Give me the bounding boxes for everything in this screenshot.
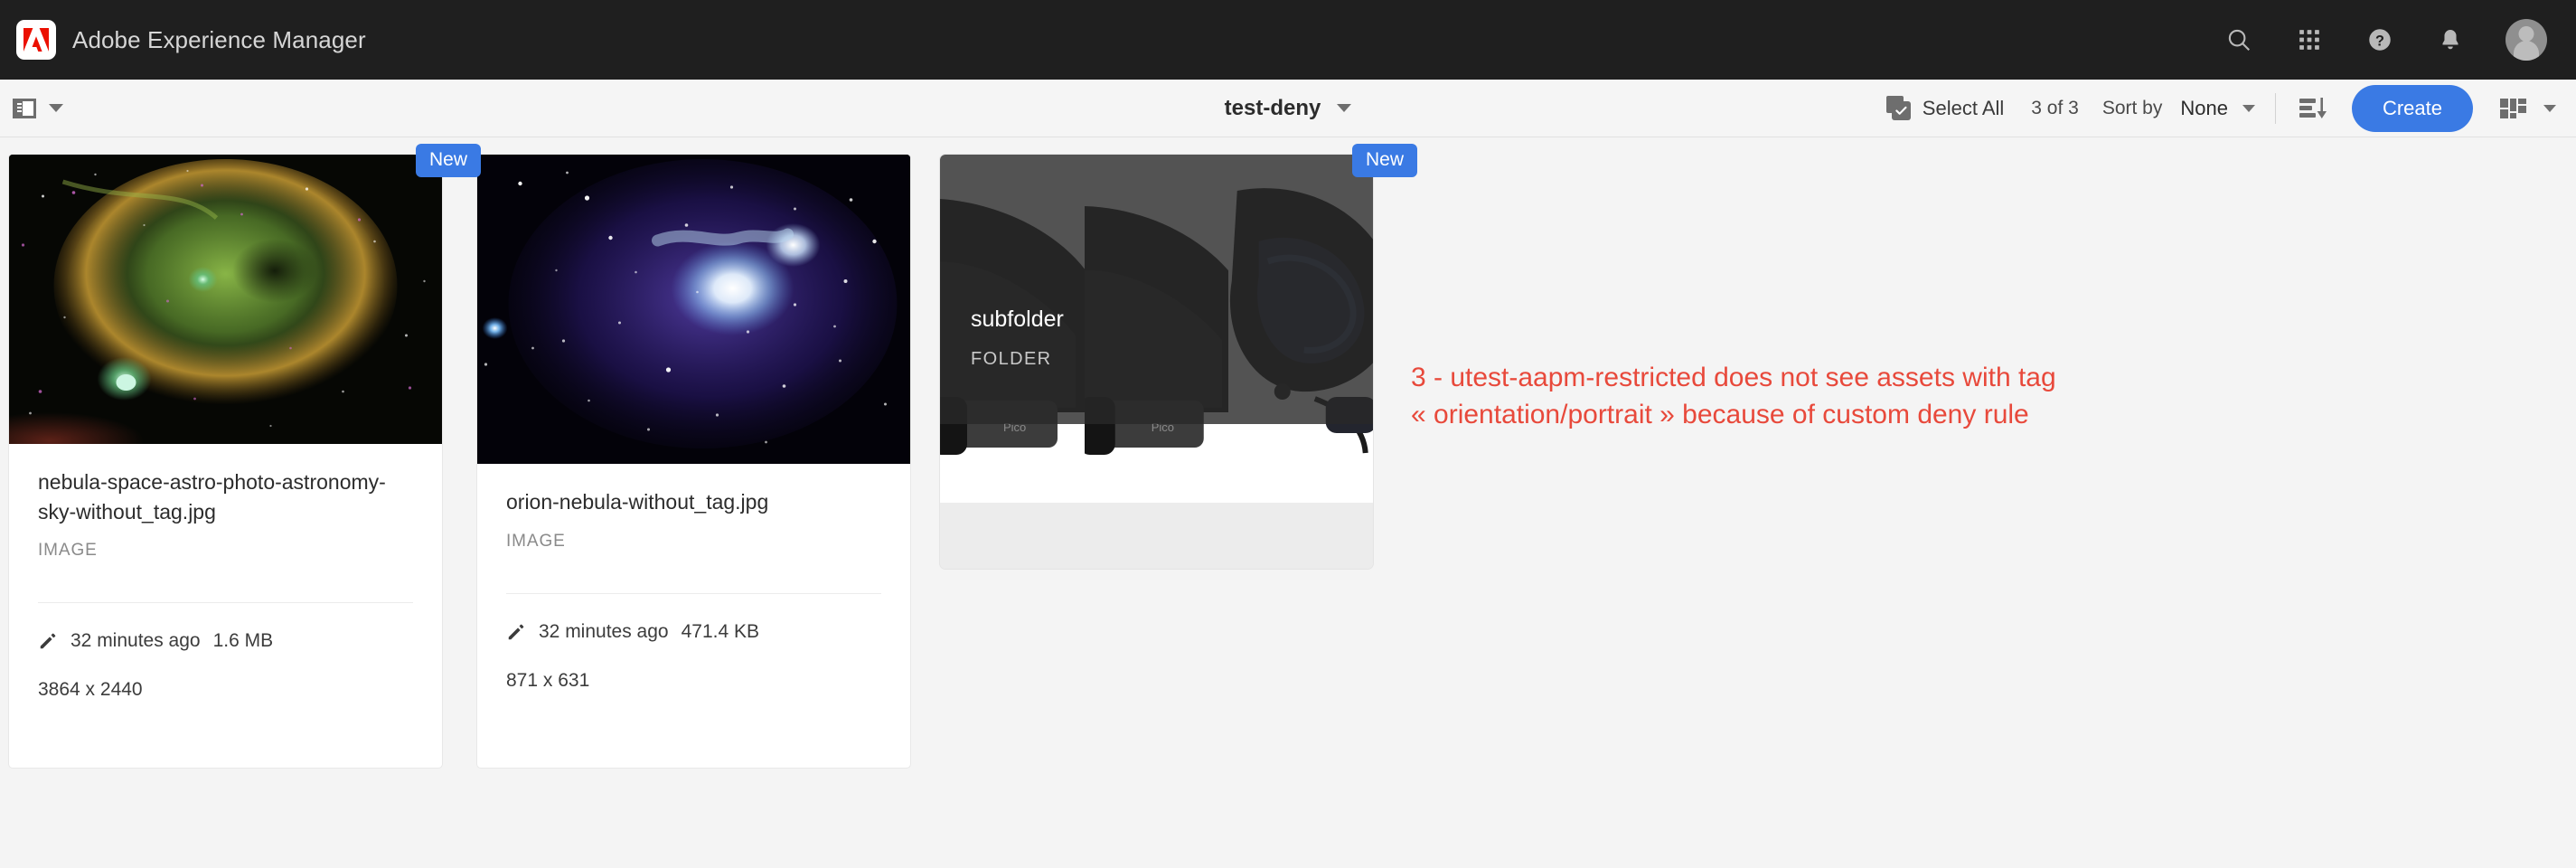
item-count: 3 of 3 [2031,97,2079,118]
folder-labels: subfolder FOLDER [971,307,1064,370]
assets-grid: New nebula-space-astro-photo-astronomy-s… [0,137,2576,868]
asset-title: nebula-space-astro-photo-astronomy-sky-w… [38,470,386,524]
sort-by-label: Sort by [2101,97,2163,118]
select-all-label: Select All [1922,96,2005,119]
sort-by-value[interactable]: None [2180,97,2228,120]
orion-thumbnail-image [477,155,910,464]
folder-dark-overlay [940,155,1373,424]
chevron-down-icon[interactable] [49,104,63,112]
avatar[interactable] [2505,19,2547,61]
asset-size: 471.4 KB [681,620,760,642]
asset-kind: IMAGE [506,531,566,551]
svg-text:?: ? [2375,33,2384,49]
select-all-icon [1885,96,1911,120]
folder-kind: FOLDER [971,349,1052,369]
breadcrumb-chevron-down-icon[interactable] [1337,104,1352,112]
new-badge: New [1352,144,1418,177]
view-chevron-down-icon[interactable] [2543,104,2556,112]
asset-thumbnail[interactable] [477,155,910,464]
app-header: Adobe Experience Manager ? [0,0,2576,80]
asset-modified: 32 minutes ago [539,620,669,642]
asset-dimensions: 3864 x 2440 [38,679,143,701]
search-icon[interactable] [2223,24,2254,55]
asset-meta-row: 32 minutes ago 471.4 KB [477,594,910,643]
folder-card[interactable]: Pico Pico subfolder FOLDER [939,154,1374,570]
content-toolbar: test-deny Select All 3 of 3 Sort by None [0,80,2576,137]
asset-modified: 32 minutes ago [71,630,201,652]
help-icon[interactable]: ? [2364,24,2395,55]
sort-order-icon[interactable] [2299,97,2327,120]
nebula-thumbnail-image [9,155,442,444]
select-all-button[interactable]: Select All [1885,96,2005,120]
brand[interactable]: Adobe Experience Manager [16,20,366,60]
folder-name: subfolder [971,307,1064,332]
pencil-icon [38,631,58,651]
asset-card-body: orion-nebula-without_tag.jpg IMAGE [477,464,910,552]
folder-thumbnail[interactable]: Pico Pico subfolder FOLDER [940,155,1373,503]
asset-card[interactable]: New orion-nebula-without_tag.jpg IMAGE 3… [476,144,1418,769]
sort-chevron-down-icon[interactable] [2242,104,2255,112]
create-button[interactable]: Create [2351,84,2473,132]
bell-icon[interactable] [2435,24,2466,55]
new-badge: New [416,144,482,177]
annotation-line-2: « orientation/portrait » because of cust… [1411,400,2029,430]
asset-card[interactable]: New nebula-space-astro-photo-astronomy-s… [8,144,482,769]
app-title: Adobe Experience Manager [72,25,366,53]
rail-panel-icon[interactable] [13,98,36,118]
folder-card-footer [940,503,1373,569]
breadcrumb-title[interactable]: test-deny [1225,96,1321,121]
asset-card-body: nebula-space-astro-photo-astronomy-sky-w… [9,444,442,561]
pencil-icon [506,622,526,642]
adobe-logo [16,20,56,60]
asset-kind: IMAGE [38,541,98,561]
asset-dimensions: 871 x 631 [506,669,590,691]
header-actions: ? [2223,19,2552,61]
app-grid-icon[interactable] [2294,24,2325,55]
asset-thumbnail[interactable] [9,155,442,444]
annotation-line-1: 3 - utest-aapm-restricted does not see a… [1411,363,2056,392]
rail-toggle-group[interactable] [13,98,63,118]
annotation-note: 3 - utest-aapm-restricted does not see a… [1411,359,2369,434]
asset-size: 1.6 MB [212,630,274,652]
asset-meta-row: 32 minutes ago 1.6 MB [9,603,442,652]
toolbar-actions: Select All 3 of 3 Sort by None Create [1885,84,2556,132]
toolbar-divider [2274,92,2276,124]
asset-title: orion-nebula-without_tag.jpg [506,490,769,514]
view-layout-icon[interactable] [2500,97,2527,120]
